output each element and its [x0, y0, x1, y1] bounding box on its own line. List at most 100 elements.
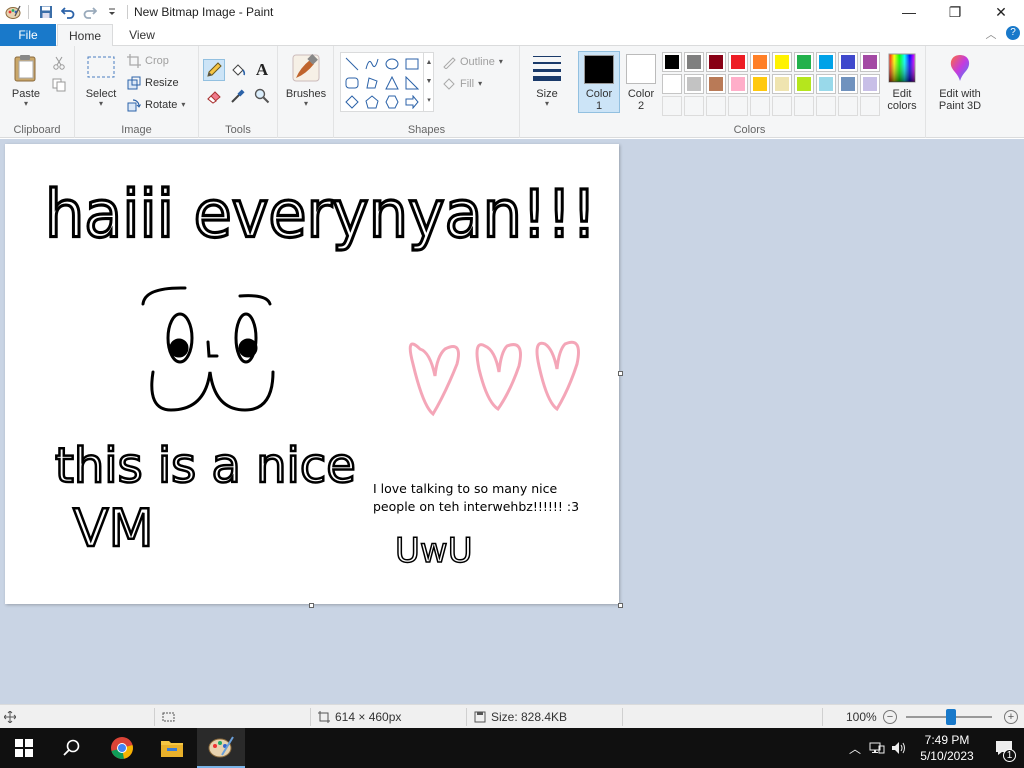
undo-icon[interactable] — [57, 1, 79, 23]
resize-handle-bottom[interactable] — [309, 603, 314, 608]
resize-handle-corner[interactable] — [618, 603, 623, 608]
pencil-icon[interactable] — [203, 59, 225, 81]
start-button[interactable] — [0, 728, 48, 768]
palette-color-swatch[interactable] — [706, 52, 726, 72]
rounded-rectangle-shape-icon[interactable] — [343, 74, 361, 92]
resize-button[interactable]: Resize — [127, 73, 179, 93]
triangle-shape-icon[interactable] — [383, 74, 401, 92]
minimize-button[interactable]: — — [886, 0, 932, 24]
diamond-shape-icon[interactable] — [343, 93, 361, 111]
palette-color-swatch[interactable] — [728, 52, 748, 72]
palette-color-swatch[interactable] — [816, 52, 836, 72]
palette-color-swatch[interactable] — [860, 74, 880, 94]
palette-color-swatch[interactable] — [662, 52, 682, 72]
color1-button[interactable]: Color 1 — [578, 51, 620, 113]
palette-color-swatch[interactable] — [706, 96, 726, 116]
palette-color-swatch[interactable] — [860, 96, 880, 116]
paint-app-icon[interactable] — [2, 1, 24, 23]
brushes-button[interactable]: Brushes ▾ — [282, 52, 330, 108]
color-picker-icon[interactable] — [227, 85, 249, 107]
palette-color-swatch[interactable] — [750, 74, 770, 94]
zoom-slider-thumb[interactable] — [946, 709, 956, 725]
palette-color-swatch[interactable] — [838, 52, 858, 72]
right-triangle-shape-icon[interactable] — [403, 74, 421, 92]
select-icon — [87, 56, 115, 78]
palette-color-swatch[interactable] — [838, 74, 858, 94]
color2-button[interactable]: Color 2 — [620, 51, 662, 113]
collapse-ribbon-icon[interactable]: ︿ — [984, 26, 998, 42]
paint3d-group: Edit with Paint 3D — [926, 46, 994, 138]
fill-bucket-icon[interactable] — [227, 59, 249, 81]
close-button[interactable]: ✕ — [978, 0, 1024, 24]
palette-color-swatch[interactable] — [750, 52, 770, 72]
maximize-button[interactable]: ❐ — [932, 0, 978, 24]
paint-taskbar-button[interactable] — [197, 728, 245, 768]
edit-colors-button[interactable]: Edit colors — [880, 52, 924, 112]
cut-icon[interactable] — [48, 52, 70, 74]
palette-color-swatch[interactable] — [662, 74, 682, 94]
network-icon[interactable] — [866, 728, 888, 768]
shapes-scroll[interactable]: ▲ ▼ ▾ — [423, 53, 434, 111]
eraser-icon[interactable] — [203, 85, 225, 107]
clock[interactable]: 7:49 PM 5/10/2023 — [910, 732, 984, 764]
fill-button[interactable]: Fill ▾ — [442, 74, 482, 94]
outline-button[interactable]: Outline ▾ — [442, 52, 503, 72]
magnifier-icon[interactable] — [251, 85, 273, 107]
hexagon-shape-icon[interactable] — [383, 93, 401, 111]
drawn-heading: haiii everynyan!!! :D — [45, 176, 619, 252]
rotate-button[interactable]: Rotate ▾ — [127, 95, 185, 115]
paste-button[interactable]: Paste ▾ — [6, 52, 46, 108]
palette-color-swatch[interactable] — [816, 96, 836, 116]
help-icon[interactable]: ? — [1006, 26, 1020, 40]
palette-color-swatch[interactable] — [772, 74, 792, 94]
select-button[interactable]: Select ▾ — [83, 52, 119, 108]
ribbon-tabs: File Home View ︿ ? — [0, 24, 1024, 47]
show-hidden-icons-icon[interactable]: ︿ — [844, 728, 866, 768]
taskbar: ︿ 7:49 PM 5/10/2023 1 — [0, 728, 1024, 768]
palette-color-swatch[interactable] — [728, 74, 748, 94]
tab-view[interactable]: View — [114, 24, 170, 46]
tab-file[interactable]: File — [0, 24, 56, 46]
text-tool-icon[interactable]: A — [251, 59, 273, 81]
search-button[interactable] — [48, 728, 96, 768]
palette-color-swatch[interactable] — [706, 74, 726, 94]
palette-color-swatch[interactable] — [728, 96, 748, 116]
palette-color-swatch[interactable] — [860, 52, 880, 72]
volume-icon[interactable] — [888, 728, 910, 768]
edit-with-paint3d-button[interactable]: Edit with Paint 3D — [932, 52, 988, 112]
palette-color-swatch[interactable] — [684, 52, 704, 72]
palette-color-swatch[interactable] — [772, 96, 792, 116]
pentagon-shape-icon[interactable] — [363, 93, 381, 111]
rectangle-shape-icon[interactable] — [403, 55, 421, 73]
redo-icon[interactable] — [79, 1, 101, 23]
drawing-canvas[interactable]: haiii everynyan!!! :D this is a nice VM — [5, 144, 619, 604]
file-explorer-taskbar-button[interactable] — [148, 728, 196, 768]
palette-color-swatch[interactable] — [662, 96, 682, 116]
save-icon[interactable] — [35, 1, 57, 23]
zoom-in-button[interactable]: + — [1004, 710, 1018, 724]
arrow-shape-icon[interactable] — [403, 93, 421, 111]
oval-shape-icon[interactable] — [383, 55, 401, 73]
file-size: Size: 828.4KB — [474, 705, 567, 729]
size-button[interactable]: Size ▾ — [526, 52, 568, 108]
line-shape-icon[interactable] — [343, 55, 361, 73]
crop-button[interactable]: Crop — [127, 51, 169, 71]
polygon-shape-icon[interactable] — [363, 74, 381, 92]
copy-icon[interactable] — [48, 74, 70, 96]
palette-color-swatch[interactable] — [772, 52, 792, 72]
resize-handle-right[interactable] — [618, 371, 623, 376]
customize-qat-icon[interactable] — [101, 1, 123, 23]
palette-color-swatch[interactable] — [838, 96, 858, 116]
palette-color-swatch[interactable] — [684, 96, 704, 116]
action-center-button[interactable]: 1 — [984, 728, 1024, 768]
chrome-taskbar-button[interactable] — [98, 728, 146, 768]
tab-home[interactable]: Home — [57, 24, 113, 47]
palette-color-swatch[interactable] — [794, 52, 814, 72]
zoom-out-button[interactable]: − — [883, 710, 897, 724]
palette-color-swatch[interactable] — [816, 74, 836, 94]
palette-color-swatch[interactable] — [684, 74, 704, 94]
curve-shape-icon[interactable] — [363, 55, 381, 73]
palette-color-swatch[interactable] — [794, 74, 814, 94]
palette-color-swatch[interactable] — [750, 96, 770, 116]
palette-color-swatch[interactable] — [794, 96, 814, 116]
